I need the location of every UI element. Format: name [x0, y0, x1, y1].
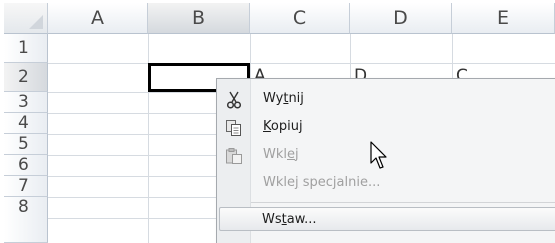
row-header-4[interactable]: 4 — [4, 113, 48, 134]
menu-item-label: Wklej — [263, 147, 299, 162]
menu-item-label: Wytnij — [263, 91, 304, 106]
paste-icon — [225, 147, 243, 165]
column-header-a[interactable]: A — [48, 3, 148, 34]
row-header-3[interactable]: 3 — [4, 92, 48, 113]
row-header-8[interactable]: 8 — [4, 197, 48, 243]
select-all-triangle — [29, 15, 43, 29]
row-header-5[interactable]: 5 — [4, 134, 48, 155]
scissors-icon — [225, 91, 243, 109]
menu-separator — [251, 202, 555, 203]
menu-item-insert[interactable]: Wstaw... — [219, 207, 555, 231]
menu-item-label: Kopiuj — [263, 119, 303, 134]
menu-item-label: Wklej specjalnie... — [263, 175, 381, 190]
row-header-2[interactable]: 2 — [4, 63, 48, 92]
column-header-d[interactable]: D — [350, 3, 452, 34]
menu-item-cut[interactable]: Wytnij — [217, 86, 555, 114]
spreadsheet-window: A B C D E 1 2 3 4 5 6 7 8 A D C Wytnij K… — [0, 0, 555, 243]
menu-item-copy[interactable]: Kopiuj — [217, 114, 555, 142]
row-header-1[interactable]: 1 — [4, 34, 48, 63]
row-header-6[interactable]: 6 — [4, 155, 48, 176]
select-all-corner[interactable] — [4, 3, 48, 34]
grid-line — [48, 63, 555, 64]
menu-item-paste-special[interactable]: Wklej specjalnie... — [217, 170, 555, 198]
copy-icon — [225, 119, 243, 137]
row-header-7[interactable]: 7 — [4, 176, 48, 197]
column-header-c[interactable]: C — [250, 3, 350, 34]
menu-item-label: Wstaw... — [262, 212, 317, 227]
column-header-e[interactable]: E — [452, 3, 555, 34]
mouse-pointer-icon — [370, 141, 387, 169]
column-header-b[interactable]: B — [148, 3, 250, 34]
